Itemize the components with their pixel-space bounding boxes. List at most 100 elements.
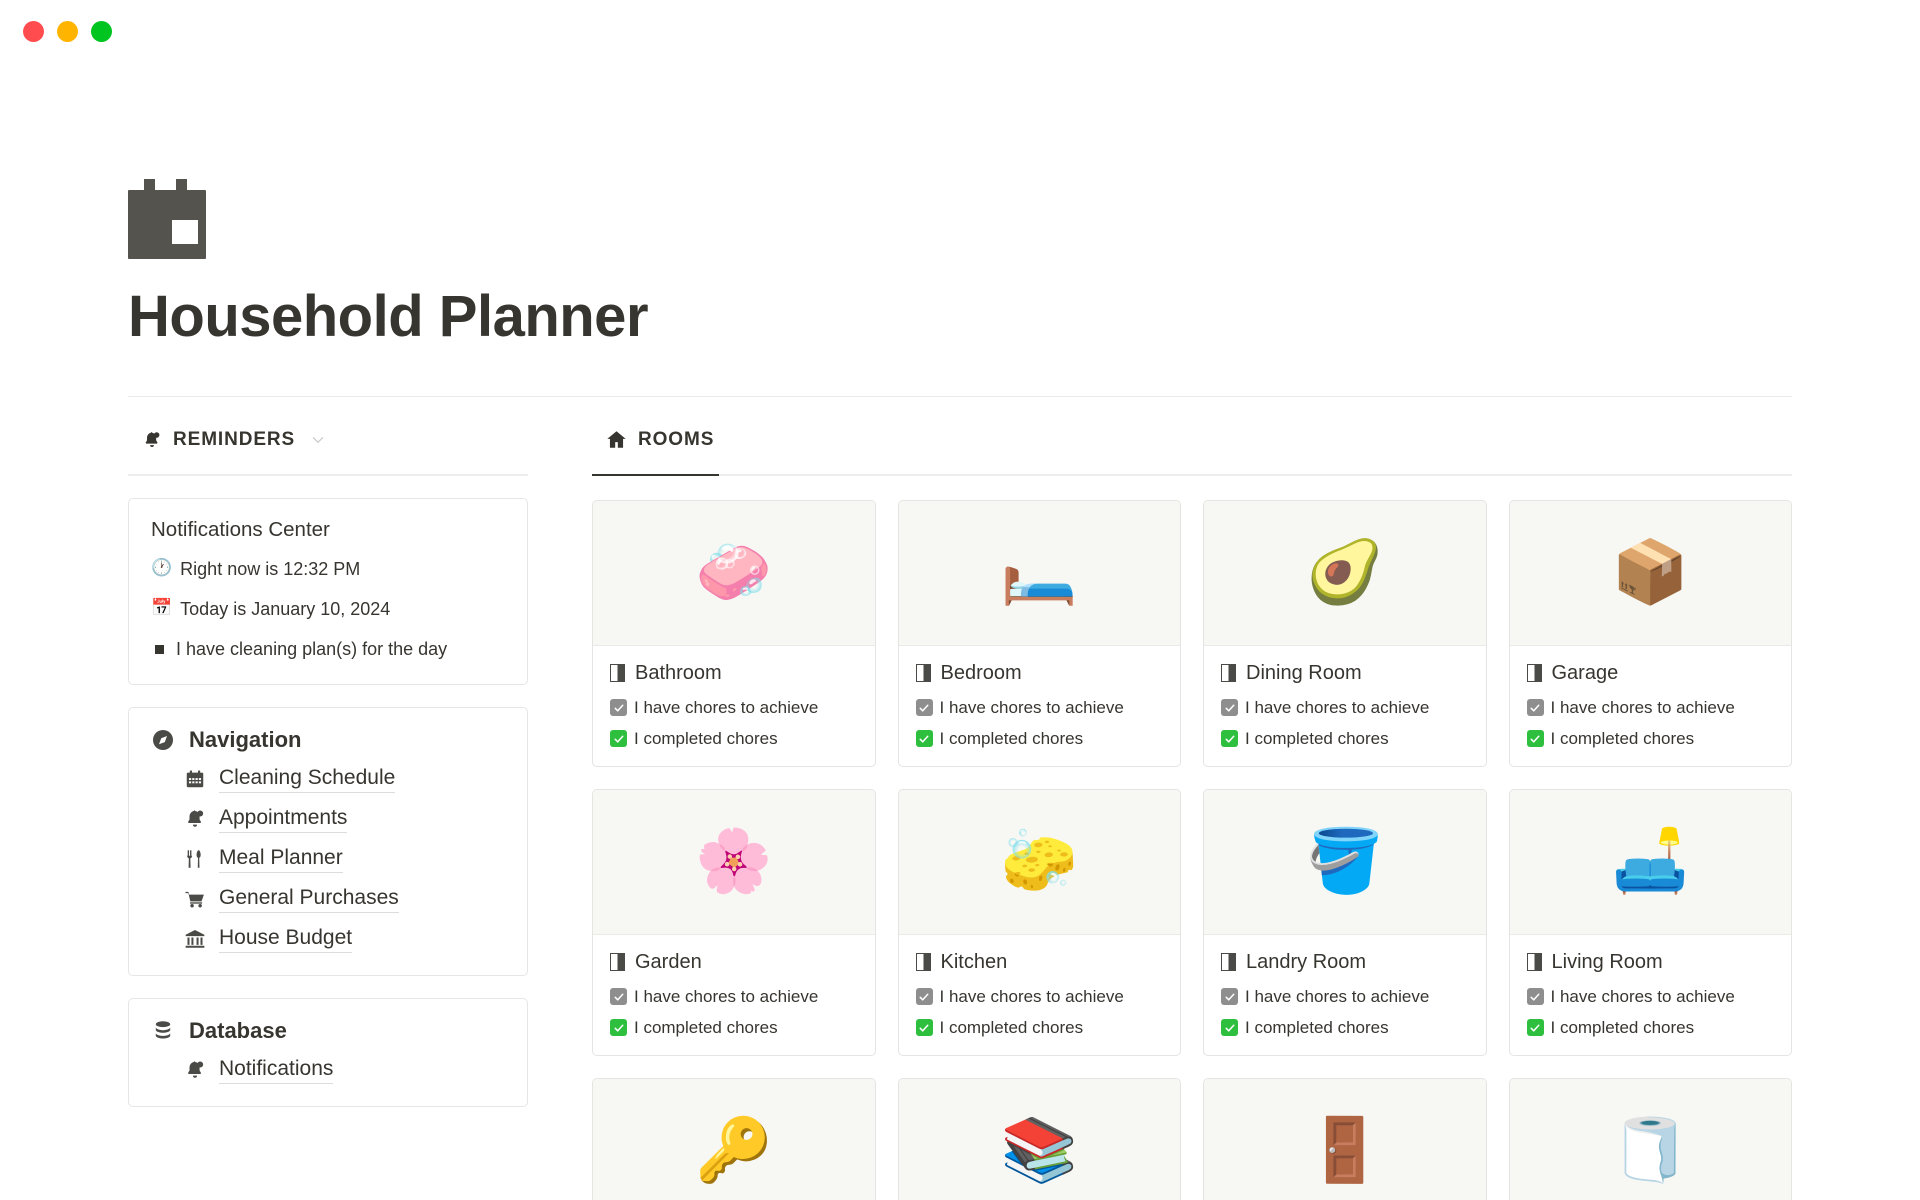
- chore-done-label: I completed chores: [1245, 1017, 1389, 1037]
- room-card[interactable]: 📦 Garage I have chores to achieve I comp…: [1508, 499, 1792, 767]
- notification-row: 📅 Today is January 10, 2024: [151, 597, 505, 621]
- chore-done-row[interactable]: I completed chores: [1221, 1018, 1469, 1038]
- clock-icon: 🕐: [151, 557, 173, 577]
- tab-rooms[interactable]: ROOMS: [592, 423, 1792, 457]
- nav-link-label[interactable]: Cleaning Schedule: [219, 766, 396, 793]
- checkbox-checked-green-icon[interactable]: [1526, 730, 1544, 748]
- reminders-section-header[interactable]: REMINDERS: [128, 423, 528, 457]
- checkbox-checked-green-icon[interactable]: [915, 730, 933, 748]
- nav-item-general-purchases[interactable]: General Purchases: [151, 886, 505, 913]
- checkbox-checked-gray-icon[interactable]: [915, 699, 933, 717]
- checkbox-checked-gray-icon[interactable]: [610, 988, 627, 1006]
- room-emoji: 🪣: [1306, 826, 1384, 896]
- minimize-button[interactable]: [57, 20, 78, 42]
- room-emoji: 📦: [1611, 537, 1689, 607]
- checkbox-checked-gray-icon[interactable]: [1221, 699, 1238, 717]
- room-cover: 🧻: [1509, 1078, 1791, 1200]
- checkbox-checked-gray-icon[interactable]: [915, 988, 933, 1006]
- room-name: Garage: [1551, 661, 1619, 684]
- room-card[interactable]: 🪣 Landry Room I have chores to achieve I…: [1203, 788, 1487, 1056]
- room-emoji: 🌸: [695, 826, 773, 896]
- room-body: Garage I have chores to achieve I comple…: [1510, 646, 1792, 766]
- nav-link-label[interactable]: Meal Planner: [219, 846, 343, 873]
- chore-done-row[interactable]: I completed chores: [1526, 1018, 1775, 1038]
- room-card[interactable]: 🛏️ Bedroom I have chores to achieve I co…: [897, 499, 1181, 767]
- checkbox-checked-gray-icon[interactable]: [1221, 988, 1238, 1006]
- chore-todo-label: I have chores to achieve: [1245, 697, 1430, 717]
- checkbox-checked-gray-icon[interactable]: [1526, 988, 1544, 1006]
- room-card[interactable]: 🧼 Bathroom I have chores to achieve I co…: [592, 499, 876, 767]
- room-cover: 🛋️: [1509, 789, 1791, 935]
- chore-done-label: I completed chores: [1245, 728, 1389, 748]
- chore-todo-row[interactable]: I have chores to achieve: [1526, 987, 1775, 1007]
- half-square-icon: [1526, 953, 1542, 972]
- room-emoji: 🧼: [695, 537, 773, 607]
- chore-done-label: I completed chores: [634, 1017, 778, 1037]
- maximize-button[interactable]: [91, 20, 112, 42]
- room-card[interactable]: 🔑: [592, 1077, 876, 1200]
- chore-done-row[interactable]: I completed chores: [915, 728, 1164, 749]
- checkbox-checked-green-icon[interactable]: [915, 1019, 933, 1037]
- database-item-notifications[interactable]: Notifications: [151, 1057, 505, 1084]
- room-emoji: 🚪: [1306, 1115, 1384, 1185]
- chore-done-label: I completed chores: [939, 728, 1084, 748]
- room-card[interactable]: 🛋️ Living Room I have chores to achieve: [1508, 788, 1792, 1056]
- chore-todo-row[interactable]: I have chores to achieve: [1221, 698, 1469, 718]
- chore-todo-row[interactable]: I have chores to achieve: [915, 987, 1164, 1007]
- room-card[interactable]: 🧽 Kitchen I have chores to achieve I com…: [897, 788, 1181, 1056]
- nav-item-cleaning-schedule[interactable]: Cleaning Schedule: [151, 766, 505, 793]
- calendar-icon: 📅: [151, 598, 173, 618]
- calendar-icon: [128, 179, 206, 259]
- bell-icon: [142, 430, 162, 450]
- chore-done-label: I completed chores: [634, 728, 778, 748]
- nav-item-appointments[interactable]: Appointments: [151, 806, 505, 833]
- notification-row: 🕐 Right now is 12:32 PM: [151, 557, 505, 581]
- chore-done-row[interactable]: I completed chores: [1526, 729, 1775, 749]
- room-title-row: Kitchen: [915, 950, 1164, 974]
- checkbox-checked-green-icon[interactable]: [610, 730, 627, 748]
- checkbox-checked-green-icon[interactable]: [610, 1019, 627, 1037]
- shopping-cart-icon: [184, 888, 206, 910]
- close-button[interactable]: [23, 20, 44, 42]
- room-name: Landry Room: [1246, 950, 1367, 973]
- nav-link-label[interactable]: House Budget: [219, 926, 353, 953]
- nav-link-label[interactable]: Appointments: [219, 806, 348, 833]
- nav-item-meal-planner[interactable]: Meal Planner: [151, 846, 505, 873]
- chore-done-row[interactable]: I completed chores: [610, 729, 858, 749]
- checkbox-checked-gray-icon[interactable]: [1526, 699, 1544, 717]
- checkbox-checked-gray-icon[interactable]: [610, 699, 627, 717]
- chore-done-row[interactable]: I completed chores: [1221, 729, 1469, 749]
- room-card[interactable]: 📚: [897, 1077, 1181, 1200]
- nav-link-label[interactable]: General Purchases: [219, 886, 399, 913]
- nav-item-house-budget[interactable]: House Budget: [151, 926, 505, 953]
- chore-todo-label: I have chores to achieve: [939, 697, 1124, 717]
- checkbox-checked-green-icon[interactable]: [1221, 730, 1238, 748]
- chore-todo-row[interactable]: I have chores to achieve: [915, 697, 1164, 718]
- chore-done-row[interactable]: I completed chores: [915, 1018, 1164, 1038]
- room-card[interactable]: 🧻: [1508, 1077, 1792, 1200]
- room-name: Kitchen: [940, 950, 1008, 973]
- room-cover: 🪣: [1204, 789, 1486, 935]
- chore-todo-row[interactable]: I have chores to achieve: [1526, 698, 1775, 718]
- room-card[interactable]: 🚪: [1203, 1077, 1487, 1200]
- chore-todo-row[interactable]: I have chores to achieve: [1221, 987, 1469, 1007]
- database-link-label[interactable]: Notifications: [219, 1057, 334, 1084]
- room-name: Bathroom: [635, 661, 722, 684]
- rooms-grid: 🧼 Bathroom I have chores to achieve I co…: [592, 499, 1792, 1200]
- chore-todo-row[interactable]: I have chores to achieve: [610, 987, 858, 1007]
- room-emoji: 🧻: [1611, 1115, 1689, 1185]
- half-square-icon: [915, 664, 931, 683]
- chevron-down-icon[interactable]: [310, 432, 326, 448]
- room-cover: 🔑: [593, 1078, 875, 1200]
- half-square-icon: [1221, 664, 1236, 683]
- room-emoji: 🔑: [695, 1115, 773, 1185]
- checkbox-checked-green-icon[interactable]: [1526, 1019, 1544, 1037]
- checkbox-checked-green-icon[interactable]: [1221, 1019, 1238, 1037]
- room-body: Garden I have chores to achieve I comple…: [593, 935, 875, 1055]
- room-card[interactable]: 🥑 Dining Room I have chores to achieve I…: [1203, 499, 1487, 767]
- room-card[interactable]: 🌸 Garden I have chores to achieve I comp…: [592, 788, 876, 1056]
- room-emoji: 🧽: [1000, 826, 1078, 896]
- chore-done-row[interactable]: I completed chores: [610, 1018, 858, 1038]
- chore-todo-row[interactable]: I have chores to achieve: [610, 698, 858, 718]
- bank-icon: [184, 928, 206, 950]
